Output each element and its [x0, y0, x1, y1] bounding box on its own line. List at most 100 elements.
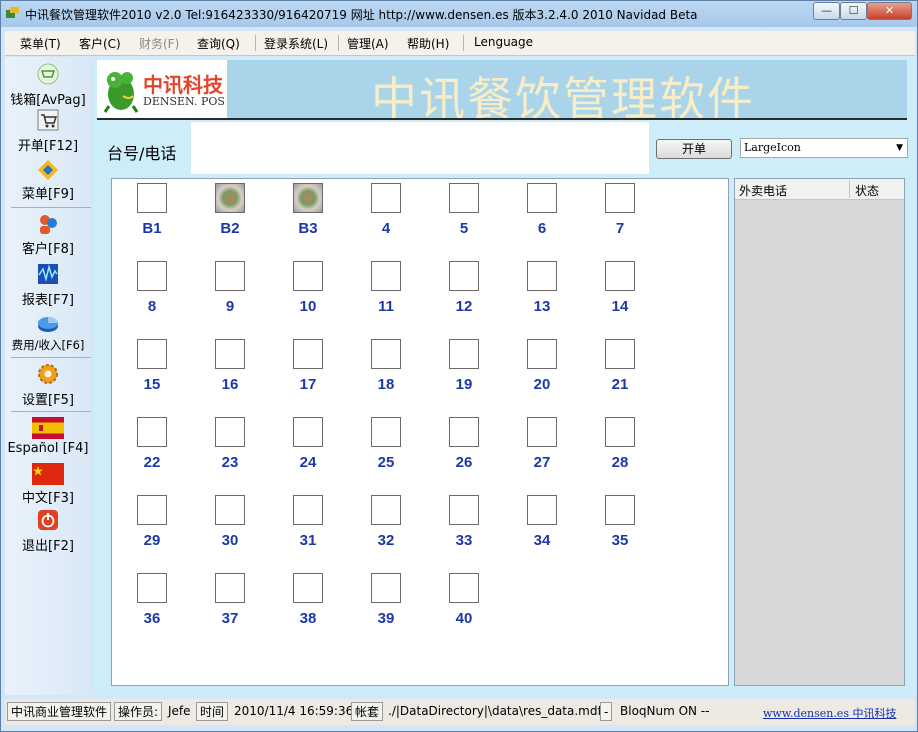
logo-chinese-text: 中讯科技 — [143, 73, 223, 97]
sidebar-item-open-order[interactable]: 开单[F12] — [5, 109, 91, 155]
table-tile[interactable]: 37 — [200, 570, 262, 634]
title-bar[interactable]: 中讯餐饮管理软件2010 v2.0 Tel:916423330/91642071… — [1, 1, 917, 27]
table-tile[interactable]: 20 — [512, 336, 574, 400]
menu-item-admin[interactable]: 管理(A) — [347, 35, 389, 52]
table-tile[interactable]: 17 — [278, 336, 340, 400]
maximize-button[interactable]: ☐ — [840, 2, 867, 20]
empty-table-icon — [293, 417, 323, 447]
menu-item-menu[interactable]: 菜单(T) — [20, 35, 61, 52]
table-tile[interactable]: B3 — [278, 180, 340, 244]
column-header-delivery-phone[interactable]: 外卖电话 — [739, 182, 787, 199]
sidebar-item-settings[interactable]: 设置[F5] — [5, 363, 91, 409]
empty-table-icon — [371, 183, 401, 213]
table-tile[interactable]: B2 — [200, 180, 262, 244]
table-tile[interactable]: 36 — [122, 570, 184, 634]
logo-english-text: DENSEN. POS — [143, 95, 225, 108]
open-order-button[interactable]: 开单 — [656, 139, 732, 159]
table-tile[interactable]: 10 — [278, 258, 340, 322]
table-tile[interactable]: 27 — [512, 414, 574, 478]
menu-item-help[interactable]: 帮助(H) — [407, 35, 449, 52]
status-time: 2010/11/4 16:59:36 — [234, 704, 354, 718]
table-tile[interactable]: 16 — [200, 336, 262, 400]
table-tile[interactable]: 14 — [590, 258, 652, 322]
table-tile[interactable]: 29 — [122, 492, 184, 556]
table-number: 26 — [455, 454, 473, 471]
sidebar-divider — [11, 357, 91, 358]
empty-table-icon — [293, 495, 323, 525]
table-tile[interactable]: 34 — [512, 492, 574, 556]
table-tile[interactable]: 32 — [356, 492, 418, 556]
table-number: 37 — [221, 610, 239, 627]
sidebar-item-chinese[interactable]: 中文[F3] — [5, 461, 91, 507]
settings-gear-icon — [38, 364, 58, 384]
table-tile[interactable]: 28 — [590, 414, 652, 478]
table-number: 10 — [299, 298, 317, 315]
table-tile[interactable]: 6 — [512, 180, 574, 244]
table-tile[interactable]: 24 — [278, 414, 340, 478]
table-number: 34 — [533, 532, 551, 549]
table-tile[interactable]: 31 — [278, 492, 340, 556]
table-tile[interactable]: 35 — [590, 492, 652, 556]
sidebar-item-label: 钱箱[AvPag] — [10, 93, 86, 108]
table-tile[interactable]: 8 — [122, 258, 184, 322]
table-tile[interactable]: 23 — [200, 414, 262, 478]
table-tile[interactable]: 18 — [356, 336, 418, 400]
sidebar-item-customers[interactable]: 客户[F8] — [5, 213, 91, 257]
table-tile[interactable]: 9 — [200, 258, 262, 322]
menu-item-language[interactable]: Lenguage — [474, 35, 533, 49]
table-tile[interactable]: B1 — [122, 180, 184, 244]
table-tile[interactable]: 19 — [434, 336, 496, 400]
table-tile[interactable]: 13 — [512, 258, 574, 322]
app-icon — [6, 7, 19, 18]
column-separator — [849, 180, 850, 198]
table-tile[interactable]: 11 — [356, 258, 418, 322]
table-number: 32 — [377, 532, 395, 549]
sidebar-item-spanish[interactable]: Español [F4] — [5, 417, 91, 463]
table-tile[interactable]: 38 — [278, 570, 340, 634]
table-tile[interactable]: 15 — [122, 336, 184, 400]
window-title: 中讯餐饮管理软件2010 v2.0 Tel:916423330/91642071… — [25, 8, 698, 22]
menu-item-customer[interactable]: 客户(C) — [79, 35, 121, 52]
table-tile[interactable]: 5 — [434, 180, 496, 244]
minimize-button[interactable]: — — [813, 2, 840, 20]
table-tile[interactable]: 30 — [200, 492, 262, 556]
empty-table-icon — [605, 183, 635, 213]
view-mode-select[interactable]: LargeIcon ▼ — [740, 138, 908, 158]
sidebar-item-exit[interactable]: 退出[F2] — [5, 509, 91, 555]
sidebar-item-cashbox[interactable]: 钱箱[AvPag] — [5, 61, 91, 108]
table-number: 13 — [533, 298, 551, 315]
exit-power-icon — [38, 510, 58, 530]
table-number: 19 — [455, 376, 473, 393]
sidebar-item-reports[interactable]: 报表[F7] — [5, 261, 91, 308]
close-button[interactable]: ✕ — [867, 2, 912, 20]
table-tile[interactable]: 12 — [434, 258, 496, 322]
sidebar-item-label: 菜单[F9] — [22, 187, 74, 202]
table-tile[interactable]: 21 — [590, 336, 652, 400]
status-website-link[interactable]: www.densen.es 中讯科技 — [763, 705, 896, 721]
table-phone-input[interactable] — [191, 122, 649, 174]
menu-item-query[interactable]: 查询(Q) — [197, 35, 240, 52]
sidebar-item-expenses[interactable]: 费用/收入[F6] — [5, 311, 91, 357]
table-tile[interactable]: 4 — [356, 180, 418, 244]
column-header-status[interactable]: 状态 — [855, 182, 879, 199]
menu-item-finance[interactable]: 财务(F) — [139, 35, 179, 52]
menu-item-login[interactable]: 登录系统(L) — [264, 35, 328, 52]
chevron-down-icon: ▼ — [896, 143, 903, 153]
empty-table-icon — [137, 183, 167, 213]
table-tile[interactable]: 33 — [434, 492, 496, 556]
table-tile[interactable]: 26 — [434, 414, 496, 478]
sidebar-item-dishes[interactable]: 菜单[F9] — [5, 157, 91, 203]
table-tile[interactable]: 7 — [590, 180, 652, 244]
table-tile[interactable]: 25 — [356, 414, 418, 478]
table-number: 38 — [299, 610, 317, 627]
status-operator: Jefe — [168, 704, 191, 718]
sidebar-item-label: 开单[F12] — [17, 139, 79, 154]
table-tile[interactable]: 40 — [434, 570, 496, 634]
table-tile[interactable]: 22 — [122, 414, 184, 478]
sidebar-divider — [11, 411, 91, 412]
empty-table-icon — [371, 417, 401, 447]
status-dash: - — [600, 702, 613, 721]
table-tile[interactable]: 39 — [356, 570, 418, 634]
table-number: 31 — [299, 532, 317, 549]
empty-table-icon — [137, 417, 167, 447]
